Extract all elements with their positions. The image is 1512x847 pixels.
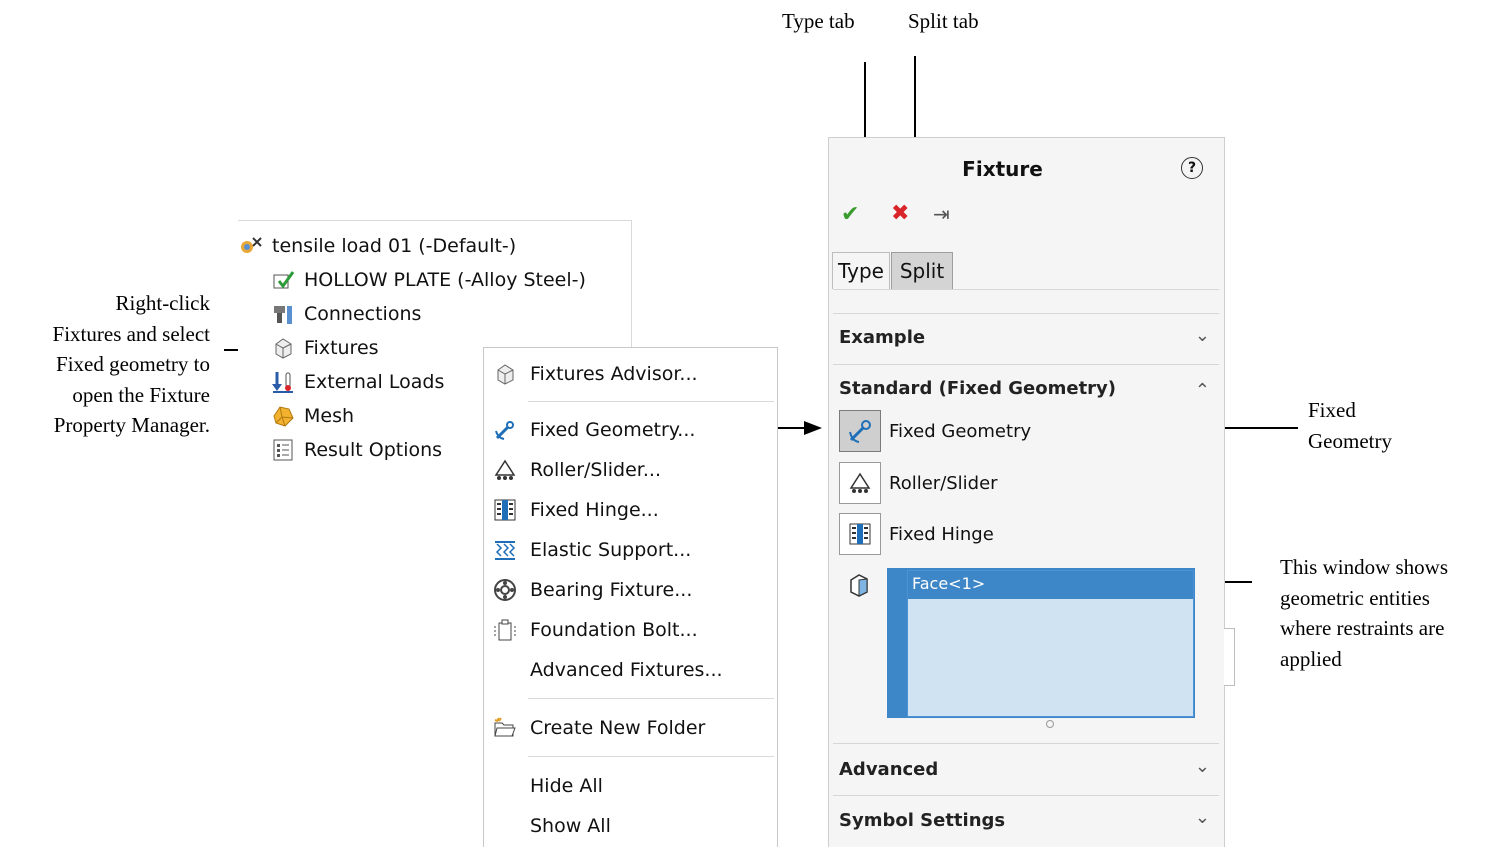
- tree-item-result-options[interactable]: Result Options: [270, 437, 442, 463]
- tree-item-mesh[interactable]: Mesh: [270, 403, 354, 429]
- pm-side-tab[interactable]: [1224, 628, 1235, 686]
- section-divider: [833, 795, 1219, 796]
- annotation-fixed-geometry: Fixed Geometry: [1308, 398, 1392, 453]
- menu-item-fixed-geometry[interactable]: Fixed Geometry...: [484, 412, 777, 448]
- menu-item-elastic-support[interactable]: Elastic Support...: [484, 532, 777, 568]
- chevron-down-icon[interactable]: ⌄: [1195, 756, 1210, 777]
- tab-split[interactable]: Split: [891, 252, 953, 290]
- tree-item-study[interactable]: tensile load 01 (-Default-): [238, 233, 516, 259]
- menu-item-fixtures-advisor[interactable]: Fixtures Advisor...: [484, 356, 777, 392]
- bearing-fixture-icon: [492, 577, 518, 603]
- fixed-geometry-icon: [839, 410, 881, 452]
- tree-item-part[interactable]: HOLLOW PLATE (-Alloy Steel-): [270, 267, 586, 293]
- cancel-icon[interactable]: ✖: [891, 201, 909, 226]
- part-material-icon: [270, 267, 296, 293]
- menu-separator: [528, 698, 774, 699]
- chevron-down-icon[interactable]: ⌄: [1195, 325, 1210, 346]
- pm-title: Fixture: [962, 157, 1043, 181]
- tree-item-fixtures[interactable]: Fixtures: [270, 335, 379, 361]
- elastic-support-icon: [492, 537, 518, 563]
- pushpin-icon[interactable]: ⇥: [933, 202, 950, 226]
- mesh-icon: [270, 403, 296, 429]
- section-standard-header[interactable]: Standard (Fixed Geometry): [839, 378, 1116, 399]
- menu-item-roller-slider[interactable]: Roller/Slider...: [484, 452, 777, 488]
- folder-icon: [492, 715, 518, 741]
- annotation-selection-window: This window shows geometric entities whe…: [1280, 555, 1449, 671]
- menu-item-hide-all[interactable]: Hide All: [484, 768, 777, 804]
- option-fixed-geometry[interactable]: Fixed Geometry: [839, 410, 1031, 452]
- fixtures-advisor-icon: [492, 361, 518, 387]
- menu-item-fixed-hinge[interactable]: Fixed Hinge...: [484, 492, 777, 528]
- result-options-icon: [270, 437, 296, 463]
- selection-list-box[interactable]: Face<1>: [887, 568, 1195, 718]
- menu-item-advanced-fixtures[interactable]: Advanced Fixtures...: [484, 652, 777, 688]
- section-symbol-settings-header[interactable]: Symbol Settings: [839, 810, 1005, 831]
- chevron-down-icon[interactable]: ⌄: [1195, 807, 1210, 828]
- annotation-right-click: Right-click Fixtures and select Fixed ge…: [52, 291, 210, 437]
- section-divider: [833, 743, 1219, 744]
- menu-separator: [528, 401, 774, 402]
- fixtures-icon: [270, 335, 296, 361]
- tree-item-connections[interactable]: Connections: [270, 301, 421, 327]
- tab-divider: [833, 289, 1219, 290]
- external-loads-icon: [270, 369, 296, 395]
- section-divider: [833, 313, 1219, 314]
- menu-item-create-new-folder[interactable]: Create New Folder: [484, 710, 777, 746]
- menu-item-show-all[interactable]: Show All: [484, 808, 777, 844]
- menu-item-foundation-bolt[interactable]: Foundation Bolt...: [484, 612, 777, 648]
- selection-list[interactable]: Face<1>: [907, 570, 1194, 717]
- fixed-hinge-icon: [839, 513, 881, 555]
- roller-slider-icon: [839, 462, 881, 504]
- face-selection-icon: [847, 572, 871, 602]
- selection-item-face[interactable]: Face<1>: [908, 571, 1193, 599]
- roller-slider-icon: [492, 457, 518, 483]
- study-icon: [238, 233, 264, 259]
- annotation-type-tab: Type tab: [782, 9, 855, 33]
- section-example-header[interactable]: Example: [839, 327, 925, 348]
- help-icon[interactable]: ?: [1181, 157, 1203, 179]
- section-advanced-header[interactable]: Advanced: [839, 759, 938, 780]
- resize-handle[interactable]: [1046, 720, 1054, 728]
- connections-icon: [270, 301, 296, 327]
- fixture-property-manager: Fixture ? ✔ ✖ ⇥ Type Split Example ⌄ Sta…: [828, 137, 1235, 847]
- ok-icon[interactable]: ✔: [841, 202, 859, 227]
- option-roller-slider[interactable]: Roller/Slider: [839, 462, 998, 504]
- fixed-geometry-icon: [492, 417, 518, 443]
- section-divider: [833, 364, 1219, 365]
- fixed-hinge-icon: [492, 497, 518, 523]
- menu-separator: [528, 756, 774, 757]
- option-fixed-hinge[interactable]: Fixed Hinge: [839, 513, 994, 555]
- tree-item-external-loads[interactable]: External Loads: [270, 369, 444, 395]
- foundation-bolt-icon: [492, 617, 518, 643]
- fixtures-context-menu: Fixtures Advisor... Fixed Geometry... Ro…: [483, 347, 778, 847]
- annotation-split-tab: Split tab: [908, 9, 979, 33]
- tab-type[interactable]: Type: [832, 252, 890, 289]
- menu-item-bearing-fixture[interactable]: Bearing Fixture...: [484, 572, 777, 608]
- chevron-up-icon[interactable]: ⌃: [1195, 380, 1210, 401]
